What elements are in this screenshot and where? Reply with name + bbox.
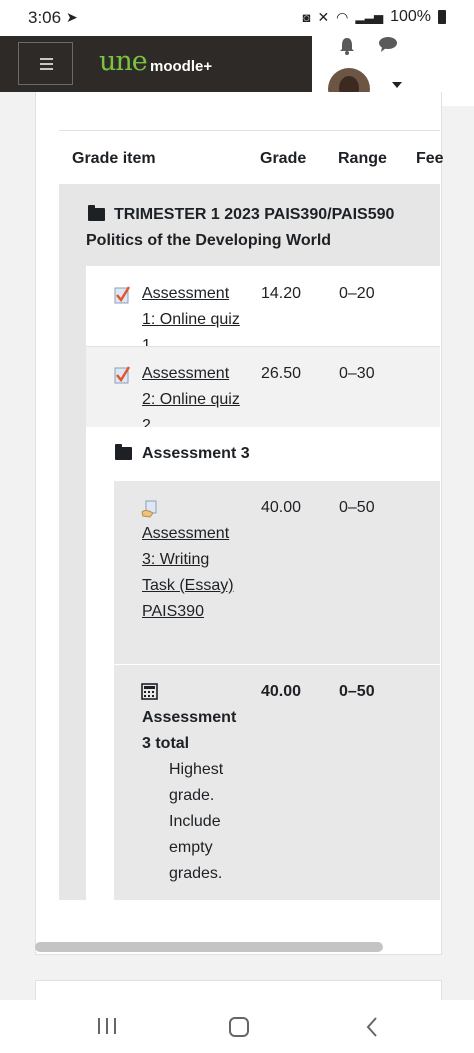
subcategory-title: Assessment 3 [142, 445, 250, 462]
quiz-icon [114, 286, 130, 304]
status-bar: 3:06 ➤ ◙ ✕ ◠ ▂▃▅ 100% [0, 0, 474, 36]
table-row [86, 266, 440, 346]
column-header-grade-item: Grade item [72, 150, 156, 167]
horizontal-scrollbar[interactable] [35, 942, 383, 952]
grade-item-link[interactable]: Assessment 3: Writing Task (Essay) PAIS3… [142, 521, 242, 625]
quiz-icon [114, 366, 130, 384]
total-item-note: Highest grade. Include empty grades. [169, 761, 224, 882]
system-nav-bar [0, 1000, 474, 1053]
grade-value: 26.50 [261, 365, 302, 382]
telegram-icon: ➤ [66, 9, 78, 25]
hamburger-icon-line [40, 68, 53, 70]
home-icon[interactable] [229, 1017, 249, 1037]
range-value: 0–50 [339, 499, 375, 516]
folder-icon [115, 444, 132, 460]
column-header-feedback: Fee [416, 150, 444, 167]
range-value: 0–50 [339, 683, 375, 700]
calculator-icon [141, 683, 158, 700]
site-header: une moodle+ [0, 36, 312, 92]
hamburger-icon-line [40, 63, 53, 65]
range-value: 0–20 [339, 285, 375, 302]
hamburger-icon [40, 58, 53, 60]
table-row [86, 346, 440, 427]
category-title-text: TRIMESTER 1 2023 PAIS390/PAIS590 Politic… [86, 206, 395, 249]
status-time: 3:06 [28, 8, 62, 27]
grade-value: 40.00 [261, 683, 302, 700]
user-menu-caret-icon[interactable] [392, 82, 402, 88]
grade-value: 14.20 [261, 285, 302, 302]
assignment-icon [141, 500, 157, 518]
column-header-range: Range [338, 150, 387, 167]
status-indicators: ◙ ✕ ◠ ▂▃▅ 100% [303, 8, 446, 26]
category-title: TRIMESTER 1 2023 PAIS390/PAIS590 Politic… [86, 202, 446, 254]
recent-apps-icon[interactable] [97, 1017, 117, 1035]
notification-icon: ◙ [302, 9, 311, 25]
logo-moodle[interactable]: moodle+ [150, 58, 212, 75]
total-item-name: Assessment 3 total [142, 709, 237, 752]
wifi-icon: ◠ [336, 8, 349, 25]
signal-icon: ▂▃▅ [355, 10, 384, 24]
grade-value: 40.00 [261, 499, 302, 516]
back-icon[interactable] [366, 1017, 378, 1037]
bell-icon[interactable] [338, 36, 356, 56]
chat-icon[interactable] [378, 36, 398, 54]
range-value: 0–30 [339, 365, 375, 382]
column-header-grade: Grade [260, 150, 307, 167]
next-card [35, 980, 442, 1001]
nav-drawer-button[interactable] [18, 42, 73, 85]
mute-icon: ✕ [317, 8, 330, 25]
battery-percent: 100% [390, 8, 431, 25]
battery-icon [438, 10, 446, 24]
logo-une[interactable]: une [99, 46, 148, 77]
